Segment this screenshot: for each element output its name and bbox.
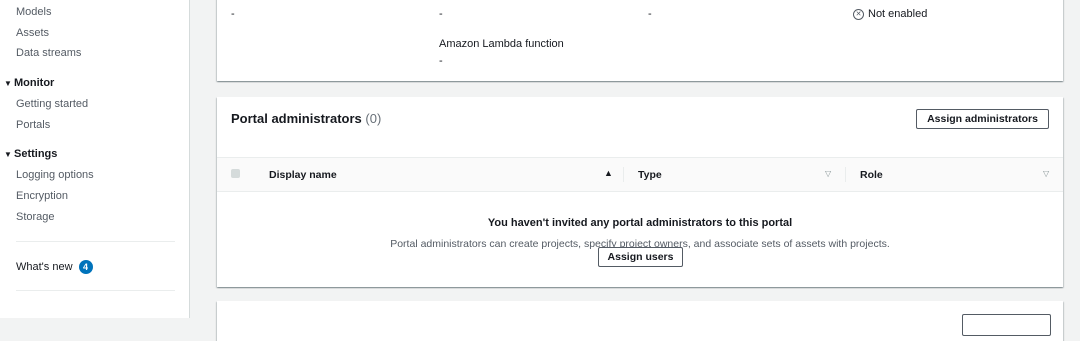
panel-title-count: (0) [365, 111, 382, 126]
sidebar-divider [16, 241, 175, 242]
column-header-role[interactable]: Role [860, 169, 883, 181]
nav-item-encryption[interactable]: Encryption [16, 190, 68, 202]
sort-ascending-icon[interactable]: ▲ [604, 168, 613, 178]
panel-title-text: Portal administrators [231, 111, 362, 126]
nav-item-storage[interactable]: Storage [16, 211, 55, 223]
side-navigation: Models Assets Data streams ▼ Monitor Gett… [0, 0, 190, 318]
x-circle-icon: ✕ [853, 8, 864, 20]
nav-item-portals[interactable]: Portals [16, 119, 50, 131]
nav-section-label: Settings [14, 148, 58, 160]
field-value: - [648, 8, 652, 20]
nav-item-getting-started[interactable]: Getting started [16, 98, 88, 110]
column-header-display-name[interactable]: Display name [269, 169, 337, 181]
column-header-type[interactable]: Type [638, 169, 662, 181]
table-header: Display name ▲ Type ▽ Role ▽ [217, 157, 1063, 192]
collapse-triangle-icon: ▼ [4, 79, 12, 88]
empty-state-title: You haven't invited any portal administr… [487, 217, 793, 229]
nav-section-monitor[interactable]: ▼ Monitor [4, 77, 54, 89]
panel-title: Portal administrators (0) [231, 111, 381, 126]
portal-administrators-panel: Portal administrators (0) Assign adminis… [217, 97, 1063, 287]
column-separator [623, 167, 624, 182]
nav-item-models[interactable]: Models [16, 6, 51, 18]
sort-icon[interactable]: ▽ [1043, 169, 1049, 178]
notification-badge: 4 [78, 260, 93, 274]
assign-users-button[interactable]: Assign users [598, 247, 683, 267]
nav-item-data-streams[interactable]: Data streams [16, 47, 81, 59]
status-text: Not enabled [868, 8, 928, 20]
whats-new-label: What's new [16, 260, 73, 273]
status-not-enabled: ✕ Not enabled [853, 8, 927, 20]
field-value: - [231, 8, 235, 20]
nav-section-label: Monitor [14, 77, 55, 89]
sidebar-divider [16, 290, 175, 291]
select-all-checkbox[interactable] [231, 169, 240, 178]
nav-item-logging-options[interactable]: Logging options [16, 169, 94, 181]
sort-icon[interactable]: ▽ [825, 169, 831, 178]
nav-item-whats-new[interactable]: What's new 4 [16, 260, 93, 274]
next-panel [217, 301, 1063, 341]
collapse-triangle-icon: ▼ [4, 150, 12, 159]
lambda-function-value: - [439, 55, 443, 67]
nav-section-settings[interactable]: ▼ Settings [4, 148, 57, 160]
column-separator [845, 167, 846, 182]
lambda-function-label: Amazon Lambda function [439, 38, 564, 50]
portal-details-panel: - - - ✕ Not enabled Amazon Lambda functi… [217, 0, 1063, 81]
field-value: - [439, 8, 443, 20]
assign-administrators-button[interactable]: Assign administrators [916, 109, 1049, 129]
nav-item-assets[interactable]: Assets [16, 27, 49, 39]
panel-action-button[interactable] [962, 314, 1051, 336]
